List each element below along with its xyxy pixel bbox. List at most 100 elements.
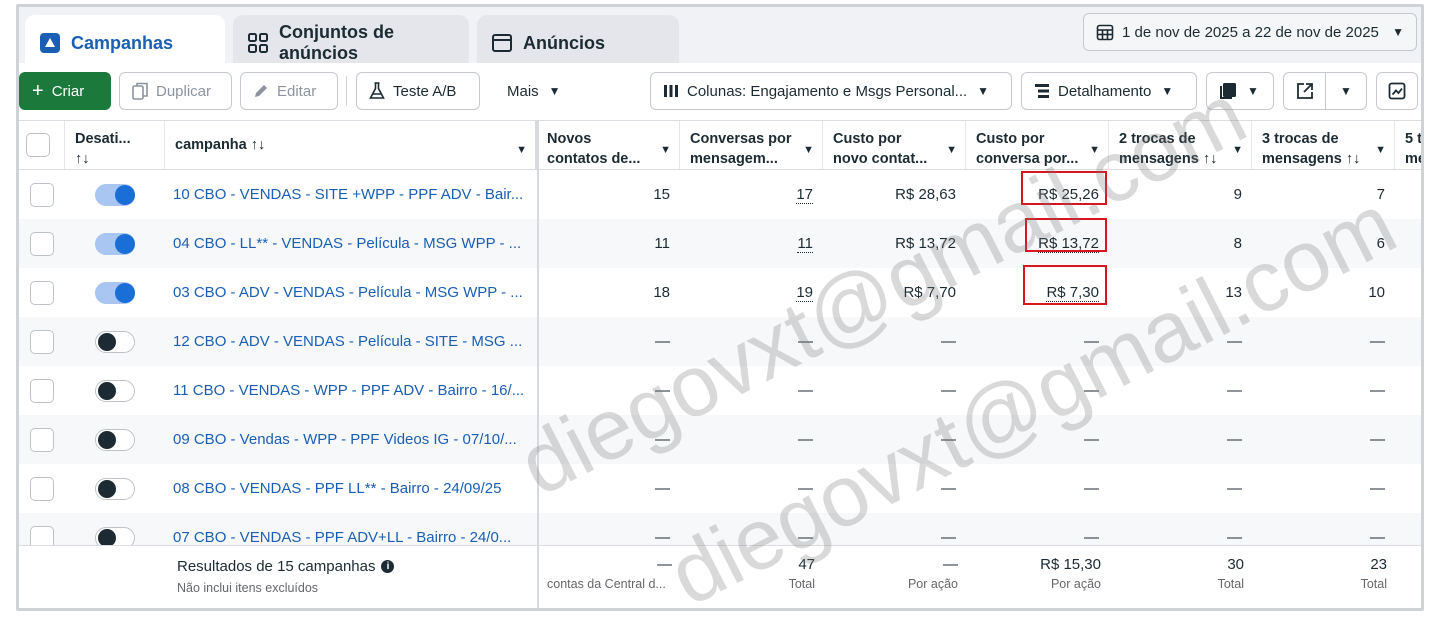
toggle-knob <box>115 233 135 254</box>
table-row[interactable]: 03 CBO - ADV - VENDAS - Película - MSG W… <box>19 268 1421 317</box>
total-two-exchanges: 30 Total <box>1109 556 1244 591</box>
two-exchanges-value: 8 <box>1109 219 1252 268</box>
row-toggle-cell <box>65 513 165 548</box>
row-toggle-cell <box>65 415 165 464</box>
three-exchanges-value-text: — <box>1370 333 1385 350</box>
export-button-group: ▼ <box>1283 72 1367 110</box>
three-exchanges-value-text: 7 <box>1376 186 1385 203</box>
cost-new-contact-value: R$ 7,70 <box>823 268 966 317</box>
campaign-name-link[interactable]: 11 CBO - VENDAS - WPP - PPF ADV - Bairro… <box>165 366 537 415</box>
new-contacts-value: — <box>537 415 680 464</box>
two-exchanges-value-text: 9 <box>1233 186 1242 203</box>
row-checkbox[interactable] <box>30 378 54 403</box>
campaigns-table: Desati... ↑↓ campanha ↑↓ ▼ Novos contato… <box>19 120 1421 548</box>
row-checkbox[interactable] <box>30 182 54 207</box>
date-range-picker[interactable]: 1 de nov de 2025 a 22 de nov de 2025 ▼ <box>1083 13 1417 51</box>
column-header-two-exchanges[interactable]: 2 trocas de mensagens ↑↓ ▼ <box>1109 121 1252 169</box>
chart-button[interactable] <box>1376 72 1418 110</box>
table-row[interactable]: 09 CBO - Vendas - WPP - PPF Videos IG - … <box>19 415 1421 464</box>
cost-new-contact-value-text: R$ 7,70 <box>903 284 956 301</box>
column-header-conversations[interactable]: Conversas por mensagem... ▼ <box>680 121 823 169</box>
campaign-name-link[interactable]: 12 CBO - ADV - VENDAS - Película - SITE … <box>165 317 537 366</box>
header-line: mensagens ↑↓ <box>1262 151 1361 167</box>
row-select-cell <box>19 513 65 548</box>
cost-new-contact-value: — <box>823 415 966 464</box>
delivery-toggle[interactable] <box>95 183 135 206</box>
cost-new-contact-value: — <box>823 464 966 513</box>
column-header-new-contacts[interactable]: Novos contatos de... ▼ <box>537 121 680 169</box>
table-row[interactable]: 10 CBO - VENDAS - SITE +WPP - PPF ADV - … <box>19 170 1421 219</box>
reports-dropdown[interactable]: ▼ <box>1206 72 1274 110</box>
row-toggle-cell <box>65 317 165 366</box>
column-header-cost-new-contact[interactable]: Custo por novo contat... ▼ <box>823 121 966 169</box>
breakdown-label: Detalhamento <box>1058 82 1152 100</box>
new-contacts-value: 18 <box>537 268 680 317</box>
table-row[interactable]: 12 CBO - ADV - VENDAS - Película - SITE … <box>19 317 1421 366</box>
delivery-toggle[interactable] <box>95 477 135 500</box>
campaign-name-link[interactable]: 10 CBO - VENDAS - SITE +WPP - PPF ADV - … <box>165 170 537 219</box>
ab-test-button[interactable]: Teste A/B <box>356 72 480 110</box>
breakdown-dropdown[interactable]: Detalhamento ▼ <box>1021 72 1197 110</box>
table-row[interactable]: 11 CBO - VENDAS - WPP - PPF ADV - Bairro… <box>19 366 1421 415</box>
duplicate-button[interactable]: Duplicar <box>119 72 232 110</box>
cost-new-contact-value: — <box>823 317 966 366</box>
three-exchanges-value: — <box>1252 513 1395 548</box>
row-checkbox[interactable] <box>30 329 54 354</box>
total-new-contacts: — contas da Central d... <box>539 556 672 591</box>
total-value: — <box>657 556 672 573</box>
columns-dropdown[interactable]: Colunas: Engajamento e Msgs Personal... … <box>650 72 1012 110</box>
table-footer: Resultados de 15 campanhas i Não inclui … <box>19 545 1421 608</box>
delivery-toggle[interactable] <box>95 379 135 402</box>
two-exchanges-value: 13 <box>1109 268 1252 317</box>
new-contacts-value-text: — <box>655 382 670 399</box>
campaign-name-link[interactable]: 03 CBO - ADV - VENDAS - Película - MSG W… <box>165 268 537 317</box>
edit-button[interactable]: Editar <box>240 72 338 110</box>
campaign-name-link[interactable]: 09 CBO - Vendas - WPP - PPF Videos IG - … <box>165 415 537 464</box>
table-row[interactable]: 04 CBO - LL** - VENDAS - Película - MSG … <box>19 219 1421 268</box>
row-checkbox[interactable] <box>30 280 54 305</box>
column-header-cost-conversation[interactable]: Custo por conversa por... ▼ <box>966 121 1109 169</box>
row-select-cell <box>19 366 65 415</box>
new-contacts-value-text: 18 <box>653 284 670 301</box>
sort-icon: ↑↓ <box>75 151 90 167</box>
edit-label: Editar <box>277 82 317 100</box>
toggle-knob <box>98 430 116 449</box>
header-line: me <box>1405 151 1421 167</box>
delivery-toggle[interactable] <box>95 330 135 353</box>
new-contacts-value-text: — <box>655 431 670 448</box>
create-button[interactable]: + Criar <box>19 72 111 110</box>
export-icon[interactable] <box>1284 73 1326 109</box>
two-exchanges-value: — <box>1109 317 1252 366</box>
delivery-toggle[interactable] <box>95 232 135 255</box>
chevron-down-icon: ▼ <box>548 84 561 98</box>
total-value: 47 <box>798 556 815 573</box>
header-line: 2 trocas de <box>1119 131 1196 147</box>
campaign-name-link[interactable]: 07 CBO - VENDAS - PPF ADV+LL - Bairro - … <box>165 513 537 548</box>
two-exchanges-value-text: 13 <box>1225 284 1242 301</box>
column-header-toggle[interactable]: Desati... ↑↓ <box>65 121 165 169</box>
delivery-toggle[interactable] <box>95 428 135 451</box>
chevron-down-icon: ▼ <box>660 144 671 156</box>
row-checkbox[interactable] <box>30 476 54 501</box>
info-icon[interactable]: i <box>381 560 395 573</box>
table-row[interactable]: 08 CBO - VENDAS - PPF LL** - Bairro - 24… <box>19 464 1421 513</box>
table-row[interactable]: 07 CBO - VENDAS - PPF ADV+LL - Bairro - … <box>19 513 1421 548</box>
campaign-name-link[interactable]: 04 CBO - LL** - VENDAS - Película - MSG … <box>165 219 537 268</box>
new-contacts-value: — <box>537 513 680 548</box>
column-header-campaign[interactable]: campanha ↑↓ ▼ <box>165 121 537 169</box>
row-checkbox[interactable] <box>30 231 54 256</box>
total-sub: contas da Central d... <box>547 577 666 591</box>
column-header-five-exchanges[interactable]: 5 t me <box>1395 121 1421 169</box>
delivery-toggle[interactable] <box>95 281 135 304</box>
cost-conversation-value-text: — <box>1084 431 1099 448</box>
chevron-down-icon[interactable]: ▼ <box>1326 84 1366 98</box>
header-label: campanha ↑↓ <box>175 137 266 153</box>
row-checkbox[interactable] <box>30 427 54 452</box>
campaign-name-link[interactable]: 08 CBO - VENDAS - PPF LL** - Bairro - 24… <box>165 464 537 513</box>
three-exchanges-value-text: — <box>1370 480 1385 497</box>
conversations-value: 11 <box>680 219 823 268</box>
more-button[interactable]: Mais ▼ <box>494 72 574 110</box>
cost-new-contact-value: — <box>823 513 966 548</box>
select-all-checkbox[interactable] <box>26 133 50 157</box>
column-header-three-exchanges[interactable]: 3 trocas de mensagens ↑↓ ▼ <box>1252 121 1395 169</box>
